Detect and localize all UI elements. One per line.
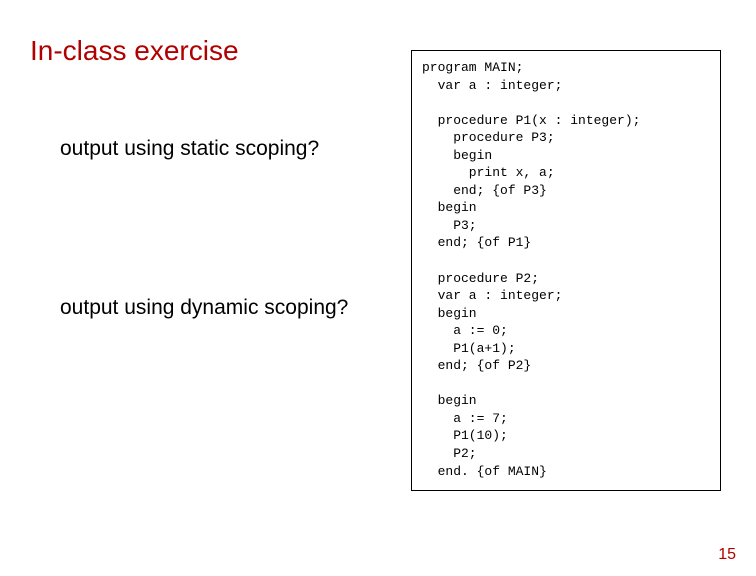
code-listing: program MAIN; var a : integer; procedure… [411, 50, 721, 491]
slide: In-class exercise output using static sc… [0, 0, 756, 576]
page-number: 15 [718, 546, 736, 564]
